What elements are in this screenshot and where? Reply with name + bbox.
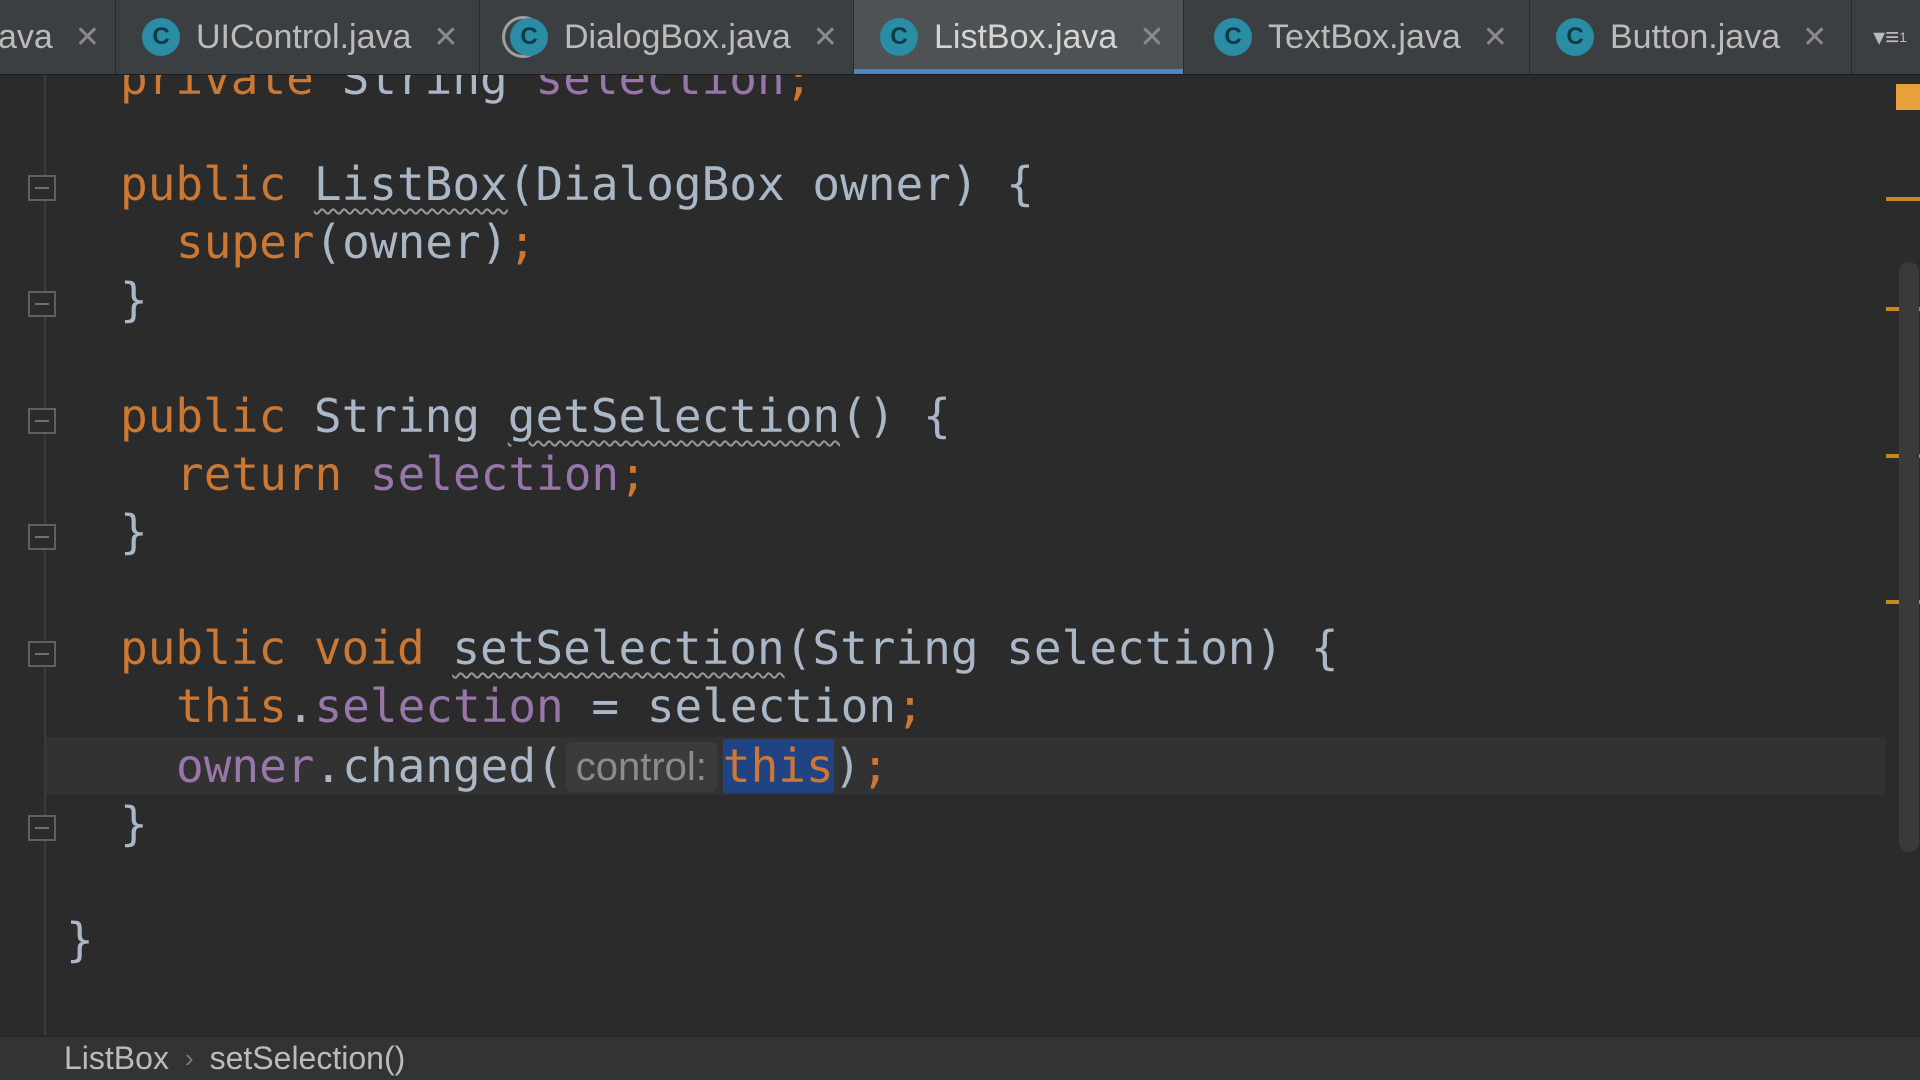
code-line: } bbox=[66, 913, 94, 967]
tab-uicontrol[interactable]: C UIControl.java ✕ bbox=[116, 0, 480, 74]
tab-textbox[interactable]: C TextBox.java ✕ bbox=[1184, 0, 1530, 74]
constructor-name: ListBox bbox=[313, 157, 508, 211]
class-icon: C bbox=[1556, 18, 1594, 56]
editor-gutter bbox=[0, 75, 56, 1035]
selected-text: this bbox=[722, 739, 834, 793]
tab-button[interactable]: C Button.java ✕ bbox=[1530, 0, 1852, 74]
tab-label: ListBox.java bbox=[934, 17, 1118, 56]
breadcrumb: ListBox › setSelection() bbox=[0, 1036, 1920, 1080]
inspection-status-icon[interactable] bbox=[1896, 84, 1920, 110]
tab-label: UIControl.java bbox=[196, 17, 412, 56]
tab-label: TextBox.java bbox=[1268, 17, 1461, 56]
breadcrumb-method[interactable]: setSelection() bbox=[210, 1040, 406, 1077]
close-icon[interactable]: ✕ bbox=[1139, 20, 1164, 55]
code-line: return selection; bbox=[176, 447, 647, 501]
code-line: } bbox=[120, 505, 148, 559]
tab-java-file[interactable]: ava ✕ bbox=[0, 0, 116, 74]
class-icon: C bbox=[1214, 18, 1252, 56]
parameter-hint: control: bbox=[565, 742, 717, 792]
tab-label: DialogBox.java bbox=[564, 17, 791, 56]
vertical-scrollbar-thumb[interactable] bbox=[1899, 262, 1919, 852]
breadcrumb-separator-icon: › bbox=[184, 1043, 194, 1073]
tab-label: Button.java bbox=[1610, 17, 1781, 56]
code-line: private String selection; bbox=[120, 75, 813, 105]
method-name: setSelection bbox=[452, 621, 785, 675]
code-line: super(owner); bbox=[176, 215, 537, 269]
code-editor[interactable]: private String selection; public ListBox… bbox=[46, 75, 1886, 1035]
class-icon: C bbox=[510, 18, 548, 56]
editor-tab-bar: ava ✕ C UIControl.java ✕ C DialogBox.jav… bbox=[0, 0, 1920, 75]
code-line: public void setSelection(String selectio… bbox=[120, 621, 1339, 675]
close-icon[interactable]: ✕ bbox=[813, 20, 838, 55]
close-icon[interactable]: ✕ bbox=[1802, 20, 1827, 55]
close-icon[interactable]: ✕ bbox=[1483, 20, 1508, 55]
code-line: public ListBox(DialogBox owner) { bbox=[120, 157, 1034, 211]
tab-listbox[interactable]: C ListBox.java ✕ bbox=[854, 0, 1184, 74]
tab-overflow-menu-icon[interactable]: ▾≡ 1 bbox=[1860, 0, 1920, 74]
close-icon[interactable]: ✕ bbox=[433, 20, 458, 55]
tab-label: ava bbox=[0, 17, 53, 56]
class-icon: C bbox=[142, 18, 180, 56]
code-line-current: owner.changed(control: this); bbox=[176, 739, 890, 793]
code-line: } bbox=[120, 273, 148, 327]
class-icon: C bbox=[880, 18, 918, 56]
code-line: this.selection = selection; bbox=[176, 679, 924, 733]
code-line: public String getSelection() { bbox=[120, 389, 951, 443]
tab-dialogbox[interactable]: C DialogBox.java ✕ bbox=[480, 0, 854, 74]
breadcrumb-class[interactable]: ListBox bbox=[64, 1040, 169, 1077]
method-name: getSelection bbox=[507, 389, 841, 443]
code-line: } bbox=[120, 797, 148, 851]
warning-marker[interactable] bbox=[1886, 197, 1920, 201]
close-icon[interactable]: ✕ bbox=[75, 20, 100, 55]
